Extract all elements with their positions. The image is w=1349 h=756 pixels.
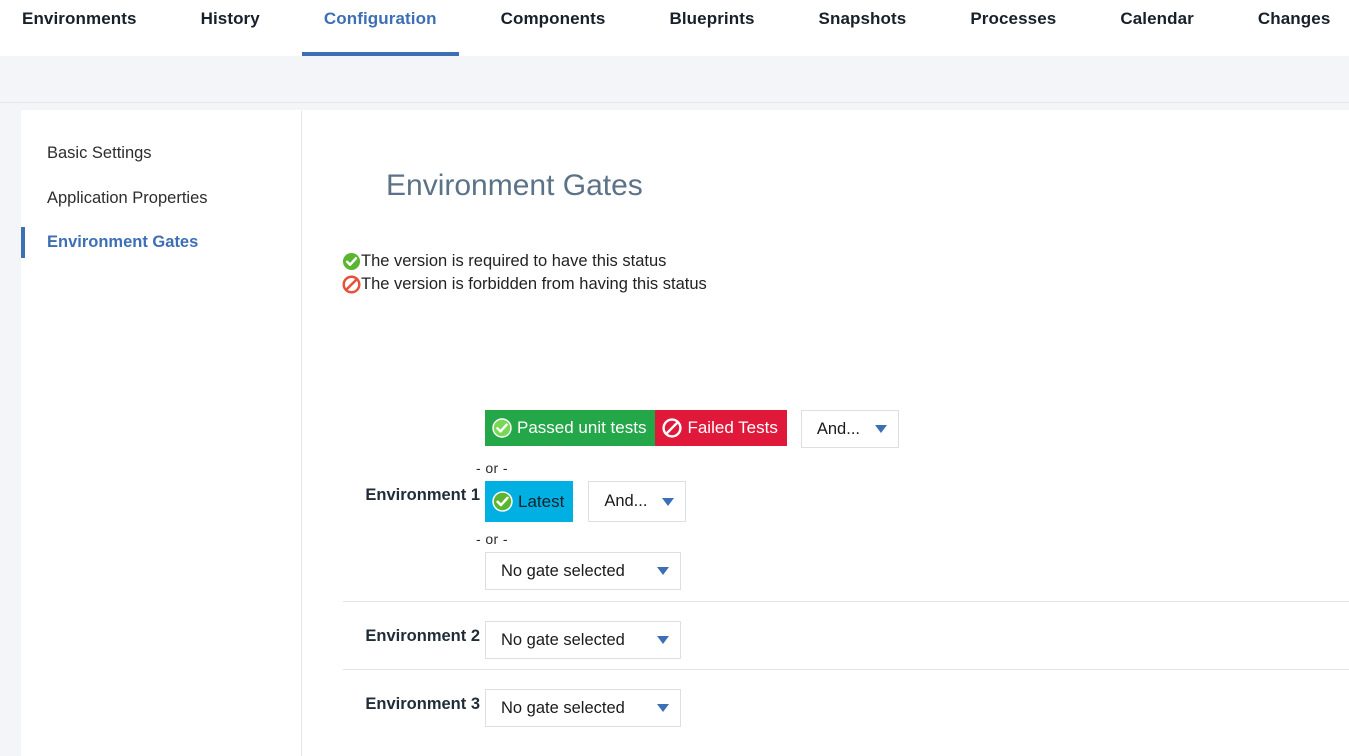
gate-line-3: No gate selected <box>485 552 681 590</box>
nav-tab-changes[interactable]: Changes <box>1258 0 1331 56</box>
nav-tab-label: Environments <box>22 9 137 29</box>
nav-tab-label: Calendar <box>1120 9 1194 29</box>
gate-badge-passed-unit-tests[interactable]: Passed unit tests <box>485 410 655 446</box>
sidebar-item-application-properties[interactable]: Application Properties <box>21 183 302 213</box>
gate-condition-dropdown-1[interactable]: And... <box>801 410 899 448</box>
legend-row-required: The version is required to have this sta… <box>342 250 707 273</box>
nav-tab-configuration[interactable]: Configuration <box>324 0 437 56</box>
nav-tab-label: Processes <box>970 9 1056 29</box>
sidebar-item-label: Environment Gates <box>21 233 198 252</box>
gate-line-2: Latest And... <box>485 481 686 522</box>
nav-tab-blueprints[interactable]: Blueprints <box>669 0 754 56</box>
nav-tab-label: Snapshots <box>819 9 907 29</box>
gate-select-dropdown-empty-2[interactable]: No gate selected <box>485 621 681 659</box>
environment-row-label: Environment 2 <box>305 627 480 646</box>
gate-badge-label: Failed Tests <box>687 418 777 438</box>
header-spacer-band <box>0 56 1349 103</box>
nav-tab-calendar[interactable]: Calendar <box>1120 0 1194 56</box>
gate-badge-label: Passed unit tests <box>517 418 646 438</box>
sidebar-item-label: Application Properties <box>21 189 208 208</box>
chevron-down-icon <box>662 498 674 506</box>
gate-line-1: Passed unit tests Failed Tests And... <box>485 410 899 448</box>
nav-tab-environments[interactable]: Environments <box>22 0 137 56</box>
nav-tab-components[interactable]: Components <box>501 0 606 56</box>
page-left-gutter <box>0 103 21 756</box>
nav-tab-label: Configuration <box>324 9 437 29</box>
gate-select-dropdown-empty-1[interactable]: No gate selected <box>485 552 681 590</box>
nav-tab-history[interactable]: History <box>201 0 260 56</box>
sidebar-item-label: Basic Settings <box>21 144 152 163</box>
sidebar-item-basic-settings[interactable]: Basic Settings <box>21 138 302 168</box>
forbidden-icon <box>662 418 682 438</box>
environment-row-1: Environment 1 Passed unit tests <box>305 380 1349 602</box>
gate-select-dropdown-empty-3[interactable]: No gate selected <box>485 689 681 727</box>
chevron-down-icon <box>657 636 669 644</box>
chevron-down-icon <box>657 567 669 575</box>
gate-badge-latest[interactable]: Latest <box>485 481 573 522</box>
configuration-sidebar: Basic Settings Application Properties En… <box>21 110 302 756</box>
dropdown-value: No gate selected <box>501 699 625 718</box>
forbidden-icon <box>342 275 361 294</box>
legend-text-required: The version is required to have this sta… <box>361 252 666 271</box>
environment-row-3: Environment 3 No gate selected <box>305 670 1349 738</box>
dropdown-value: And... <box>604 492 647 511</box>
environment-row-label: Environment 1 <box>305 486 480 505</box>
gate-badge-failed-tests[interactable]: Failed Tests <box>655 410 786 446</box>
top-navigation-bar: Environments History Configuration Compo… <box>0 0 1349 56</box>
check-circle-icon <box>492 418 512 438</box>
nav-tab-label: Components <box>501 9 606 29</box>
gate-line-1: No gate selected <box>485 689 681 727</box>
check-circle-icon <box>342 252 361 271</box>
nav-tab-processes[interactable]: Processes <box>970 0 1056 56</box>
nav-tab-label: Blueprints <box>669 9 754 29</box>
sidebar-item-environment-gates[interactable]: Environment Gates <box>21 227 302 257</box>
nav-tab-label: Changes <box>1258 9 1331 29</box>
or-separator: - or - <box>476 531 508 547</box>
dropdown-value: No gate selected <box>501 562 625 581</box>
environment-row-label: Environment 3 <box>305 695 480 714</box>
main-content-panel: Environment Gates The version is require… <box>302 110 1349 756</box>
gate-badge-label: Latest <box>518 492 564 512</box>
legend-row-forbidden: The version is forbidden from having thi… <box>342 273 707 296</box>
dropdown-value: No gate selected <box>501 631 625 650</box>
legend-text-forbidden: The version is forbidden from having thi… <box>361 275 707 294</box>
gate-line-1: No gate selected <box>485 621 681 659</box>
chevron-down-icon <box>875 425 887 433</box>
chevron-down-icon <box>657 704 669 712</box>
nav-tab-snapshots[interactable]: Snapshots <box>819 0 907 56</box>
page-title: Environment Gates <box>386 169 643 203</box>
gate-legend: The version is required to have this sta… <box>342 250 707 296</box>
dropdown-value: And... <box>817 420 860 439</box>
or-separator: - or - <box>476 460 508 476</box>
gate-condition-dropdown-2[interactable]: And... <box>588 481 686 522</box>
environment-gate-rows: Environment 1 Passed unit tests <box>305 380 1349 738</box>
environment-row-2: Environment 2 No gate selected <box>305 602 1349 670</box>
nav-tab-label: History <box>201 9 260 29</box>
card-top-gutter <box>21 103 1349 110</box>
check-circle-icon <box>492 491 513 512</box>
